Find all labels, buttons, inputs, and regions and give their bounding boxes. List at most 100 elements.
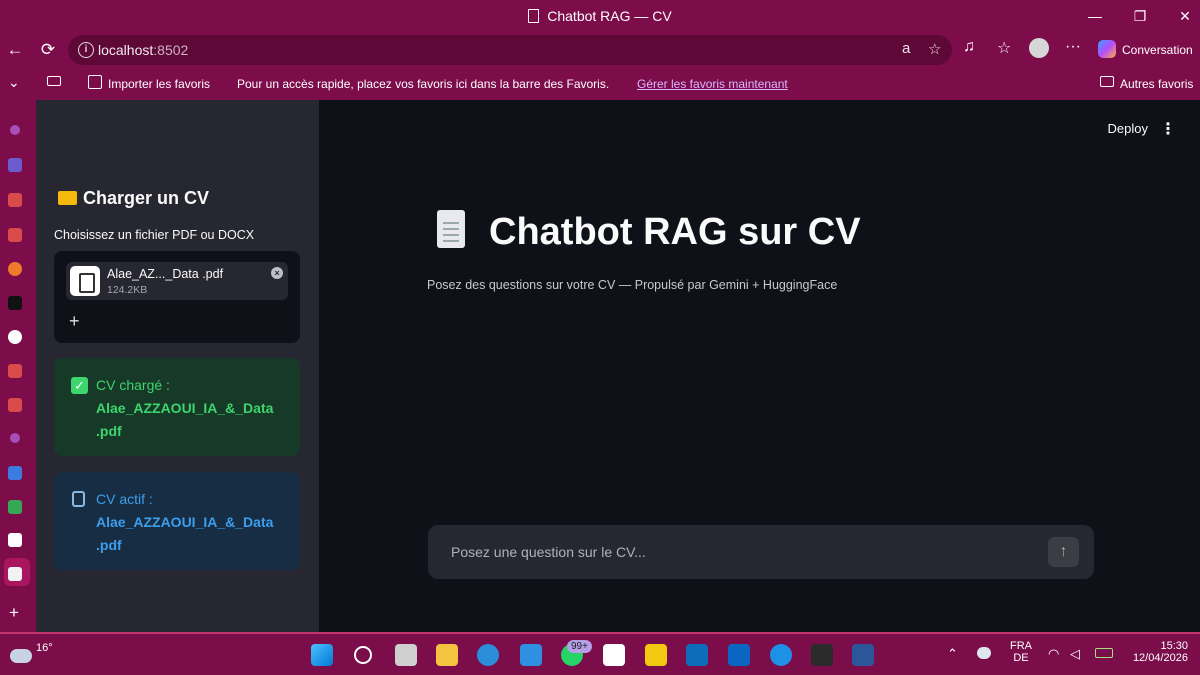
conversation-label: Conversation xyxy=(1122,43,1193,57)
favorite-star-icon[interactable]: ☆ xyxy=(928,40,941,58)
volume-icon[interactable]: ◁ xyxy=(1070,646,1080,662)
pdf-icon[interactable] xyxy=(8,193,22,207)
app-sidebar: Charger un CV Choisissez un fichier PDF … xyxy=(36,100,319,632)
uploaded-file: Alae_AZ..._Data .pdf 124.2KB × xyxy=(66,262,288,300)
profile-avatar[interactable] xyxy=(1029,38,1049,58)
add-icon[interactable]: + xyxy=(9,603,19,623)
temperature: 16° xyxy=(36,642,53,654)
search-icon[interactable] xyxy=(10,125,20,135)
close-button[interactable]: ✕ xyxy=(1170,4,1200,28)
favbar-message: Pour un accès rapide, placez vos favoris… xyxy=(237,77,610,91)
address-bar[interactable]: i localhost:8502 a ☆ xyxy=(68,35,952,65)
favorites-icon[interactable]: ☆ xyxy=(997,38,1011,58)
vscode-icon[interactable] xyxy=(520,644,542,666)
url-text[interactable]: localhost:8502 xyxy=(98,42,188,58)
back-button[interactable]: ← xyxy=(2,38,28,62)
uploader-label: Choisissez un fichier PDF ou DOCX xyxy=(54,228,255,242)
restore-button[interactable]: ❐ xyxy=(1125,4,1155,28)
app-main: Deploy ⋮ Chatbot RAG sur CV Posez des qu… xyxy=(319,100,1200,632)
drive-icon[interactable] xyxy=(8,500,22,514)
edge-icon[interactable] xyxy=(477,644,499,666)
cloud-icon xyxy=(10,649,32,663)
remove-file-button[interactable]: × xyxy=(271,267,283,279)
search-icon[interactable] xyxy=(354,646,372,664)
pdf-icon[interactable] xyxy=(8,364,22,378)
clock[interactable]: 15:30 12/04/2026 xyxy=(1126,640,1188,664)
word-icon[interactable] xyxy=(852,644,874,666)
onedrive-icon[interactable] xyxy=(977,647,991,659)
page-title-text: Chatbot RAG sur CV xyxy=(489,211,861,253)
import-favorites-link[interactable]: Importer les favoris xyxy=(108,77,210,91)
search-icon[interactable] xyxy=(10,433,20,443)
file-uploader[interactable]: Alae_AZ..._Data .pdf 124.2KB × + xyxy=(54,251,300,343)
chevron-up-icon[interactable]: ⌃ xyxy=(947,646,958,662)
docker-icon[interactable] xyxy=(770,644,792,666)
url-host: localhost xyxy=(98,42,154,58)
tab-actions-icon[interactable] xyxy=(47,76,61,86)
keyboard-layout: DE xyxy=(1013,652,1029,664)
url-port: :8502 xyxy=(153,42,189,58)
sidebar-header: Charger un CV xyxy=(58,188,209,209)
date: 12/04/2026 xyxy=(1132,652,1188,664)
tiktok-icon[interactable] xyxy=(8,296,22,310)
send-button[interactable]: ↑ xyxy=(1048,537,1079,567)
windows-start-icon[interactable] xyxy=(311,644,333,666)
reload-button[interactable]: ⟳ xyxy=(35,38,61,62)
terminal-icon[interactable] xyxy=(811,644,833,666)
task-view-icon[interactable] xyxy=(395,644,417,666)
page-subtitle: Posez des questions sur votre CV — Propu… xyxy=(427,278,838,292)
document-icon[interactable] xyxy=(8,567,22,581)
weather-widget[interactable]: 16° xyxy=(10,642,53,663)
manage-favorites-link[interactable]: Gérer les favoris maintenant xyxy=(637,77,788,91)
success-line: CV chargé : xyxy=(96,377,170,393)
crown-icon[interactable] xyxy=(8,533,22,547)
document-icon xyxy=(70,266,100,296)
claude-icon[interactable] xyxy=(8,262,22,276)
info-filename: Alae_AZZAOUI_IA_&_Data xyxy=(96,514,274,530)
taskbar: 16° 99+ ⌃ FRA DE ◠ ◁ 15:30 12/04/2026 xyxy=(0,632,1200,675)
add-file-button[interactable]: + xyxy=(69,311,80,332)
copilot-icon xyxy=(1098,40,1116,58)
sidebar-header-text: Charger un CV xyxy=(83,188,210,208)
navigation-bar: ← ⟳ i localhost:8502 a ☆ xyxy=(0,32,1200,68)
time: 15:30 xyxy=(1160,640,1188,652)
chatgpt-icon[interactable] xyxy=(8,330,22,344)
info-extension: .pdf xyxy=(96,537,122,553)
sidebar-app-icon[interactable] xyxy=(8,158,22,172)
file-size: 124.2KB xyxy=(107,284,148,296)
folder-icon xyxy=(1100,76,1114,87)
folder-icon xyxy=(58,191,77,205)
media-icon[interactable]: ♫ xyxy=(963,38,975,56)
file-explorer-icon[interactable] xyxy=(436,644,458,666)
linkedin-icon[interactable] xyxy=(728,644,750,666)
success-alert: ✓ CV chargé : Alae_AZZAOUI_IA_&_Data .pd… xyxy=(54,358,300,456)
chat-input[interactable] xyxy=(428,525,1028,579)
language-indicator[interactable]: FRA DE xyxy=(1010,640,1032,664)
minimize-button[interactable]: — xyxy=(1080,4,1110,28)
other-favorites[interactable]: Autres favoris xyxy=(1120,77,1193,91)
info-line: CV actif : xyxy=(96,491,153,507)
outlook-icon[interactable] xyxy=(686,644,708,666)
pdf-icon[interactable] xyxy=(8,228,22,242)
wifi-icon[interactable]: ◠ xyxy=(1048,646,1059,662)
power-bi-icon[interactable] xyxy=(645,644,667,666)
contacts-icon[interactable] xyxy=(8,466,22,480)
import-favorites-icon xyxy=(88,75,102,89)
page-icon xyxy=(528,9,540,23)
success-extension: .pdf xyxy=(96,423,122,439)
sidebar-collapse-icon[interactable]: ⌄ xyxy=(8,74,20,91)
copilot-conversation-button[interactable]: Conversation xyxy=(1098,40,1193,60)
success-filename: Alae_AZZAOUI_IA_&_Data xyxy=(96,400,274,416)
window-title-text: Chatbot RAG — CV xyxy=(547,8,672,24)
deploy-button[interactable]: Deploy xyxy=(1108,121,1148,136)
read-aloud-icon[interactable]: a xyxy=(902,40,910,57)
main-menu-icon[interactable]: ⋮ xyxy=(1160,119,1176,139)
window-title: Chatbot RAG — CV xyxy=(0,8,1200,24)
edge-sidebar: + xyxy=(0,100,36,632)
battery-icon[interactable] xyxy=(1095,648,1113,658)
screen: Chatbot RAG — CV — ❐ ✕ ← ⟳ i localhost:8… xyxy=(0,0,1200,675)
more-icon[interactable]: ··· xyxy=(1065,38,1081,56)
pdf-icon[interactable] xyxy=(8,398,22,412)
notion-icon[interactable] xyxy=(603,644,625,666)
info-icon[interactable]: i xyxy=(78,42,94,58)
